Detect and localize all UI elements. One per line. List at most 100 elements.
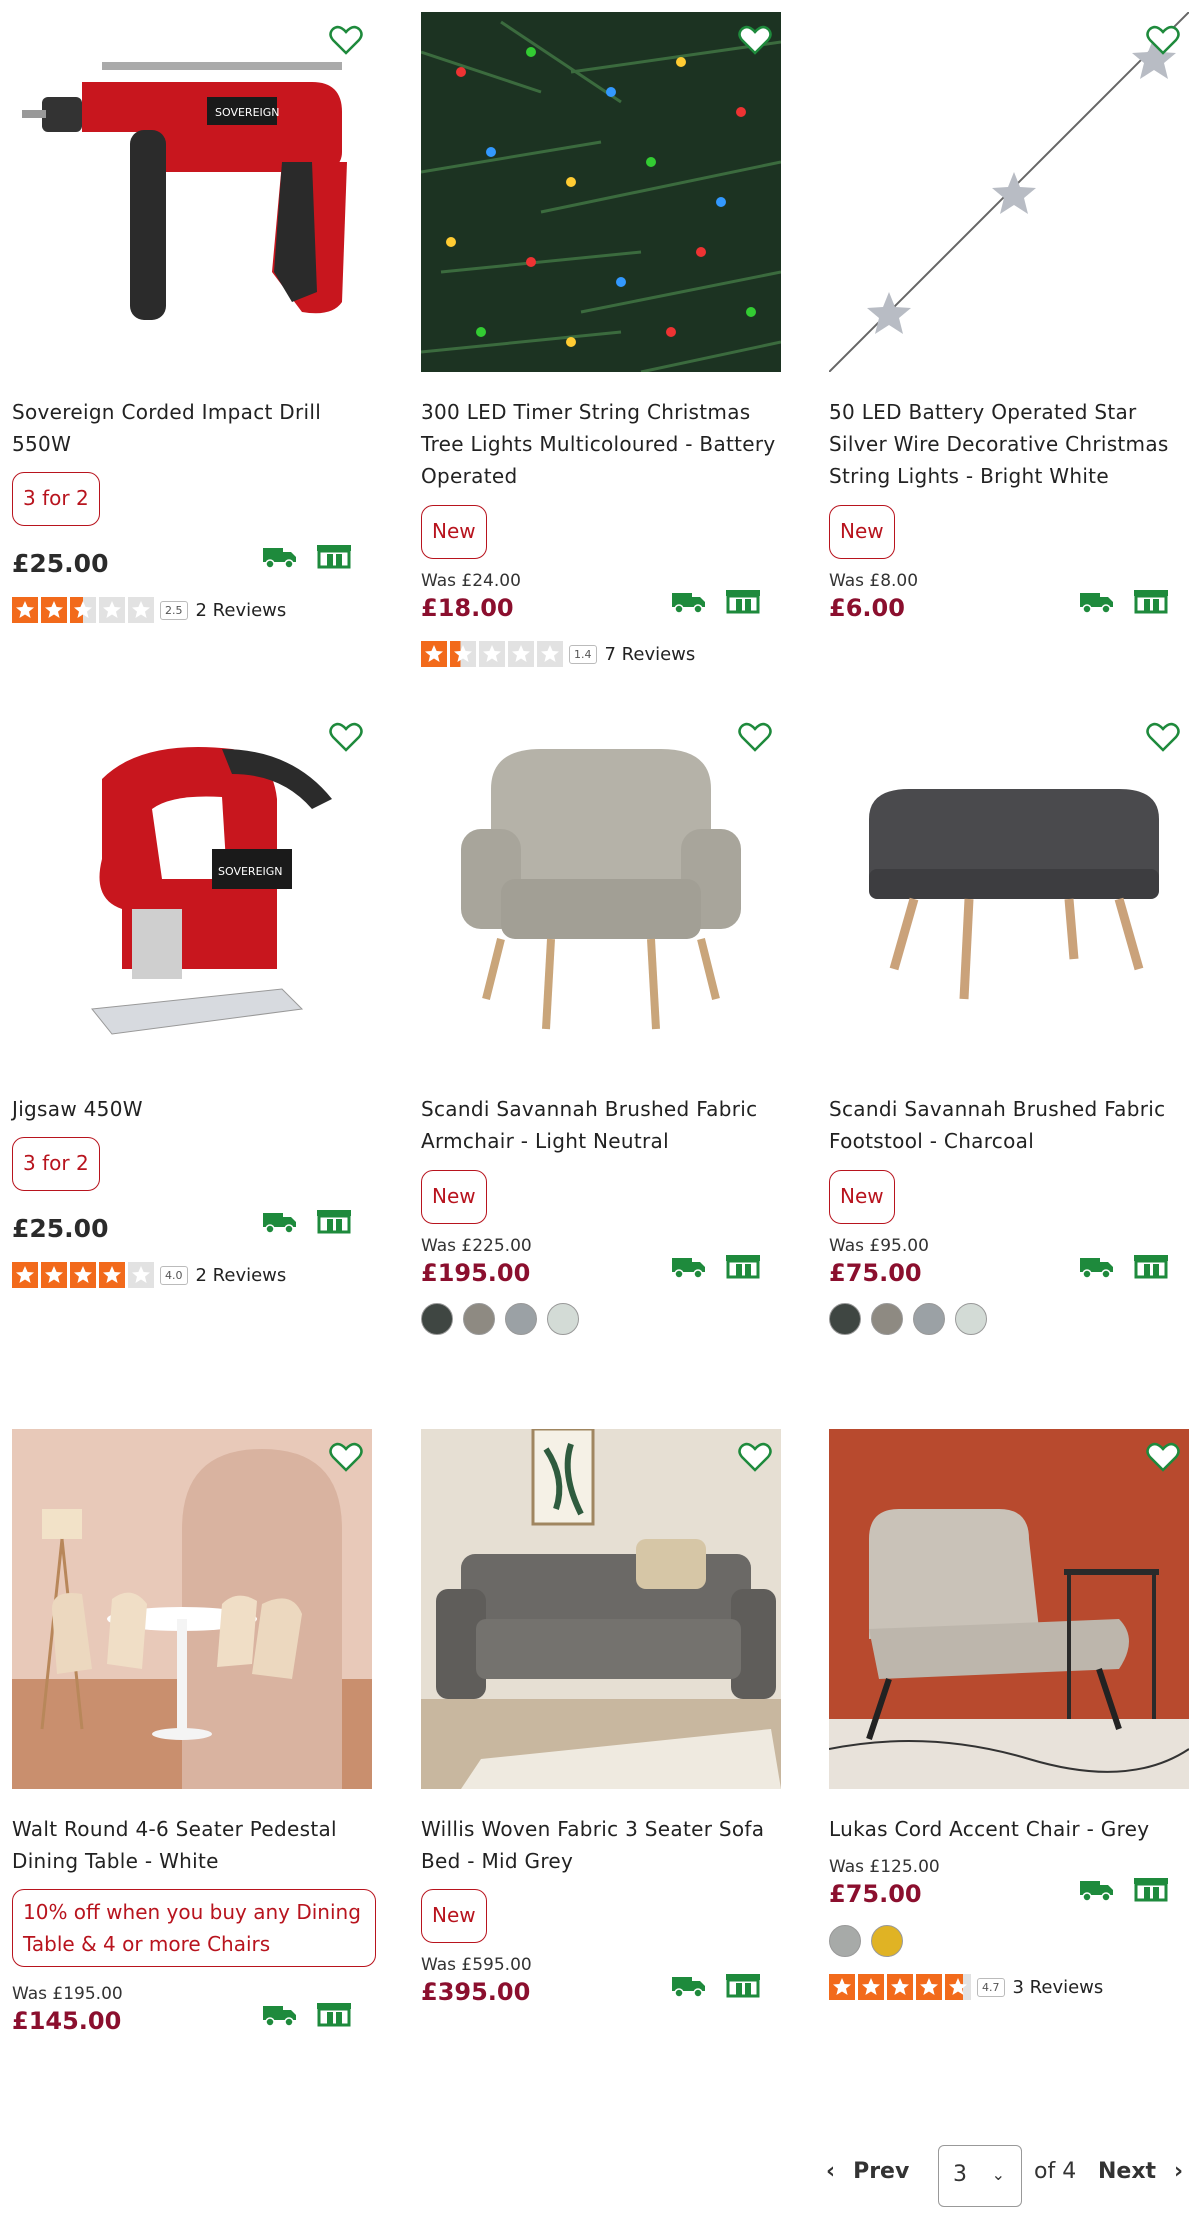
product-title[interactable]: Scandi Savannah Brushed Fabric Armchair … — [421, 1093, 781, 1157]
delivery-van-icon — [1080, 1881, 1113, 1902]
heart-icon[interactable] — [328, 1439, 364, 1475]
rating-stars[interactable]: 4.7 3 Reviews — [829, 1973, 1103, 2001]
product-card[interactable]: Scandi Savannah Brushed Fabric Footstool… — [817, 697, 1197, 1377]
rating-score: 2.5 — [160, 600, 188, 620]
promo-badge[interactable]: 10% off when you buy any Dining Table & … — [12, 1889, 376, 1967]
heart-icon[interactable] — [328, 22, 364, 58]
rating-stars[interactable]: 2.5 2 Reviews — [12, 596, 286, 624]
star-icon — [450, 641, 476, 667]
was-price: Was £24.00 — [421, 571, 521, 591]
was-price: Was £225.00 — [421, 1236, 532, 1256]
colour-swatch[interactable] — [421, 1303, 453, 1335]
prev-page-button[interactable]: ‹ Prev — [826, 2159, 909, 2184]
star-icon — [12, 597, 38, 623]
product-card[interactable]: SOVEREIGN Jigsaw 450W 3 for 2 £25.00 4.0… — [0, 697, 380, 1377]
product-image[interactable] — [829, 12, 1189, 372]
page-select[interactable]: 3 ⌄ — [938, 2145, 1022, 2207]
was-price: Was £125.00 — [829, 1857, 940, 1877]
product-price: £25.00 — [12, 549, 109, 578]
product-image[interactable] — [421, 1429, 781, 1789]
product-card[interactable]: SOVEREIGN Sovereign Corded Impact Drill … — [0, 0, 380, 680]
next-page-button[interactable]: Next › — [1098, 2159, 1183, 2184]
review-count[interactable]: 2 Reviews — [196, 600, 287, 621]
product-image[interactable] — [829, 709, 1189, 1069]
pagination: ‹ Prev 3 ⌄ of 4 Next › — [0, 2145, 1200, 2207]
product-card[interactable]: Lukas Cord Accent Chair - Grey Was £125.… — [817, 1417, 1197, 2097]
product-title[interactable]: 50 LED Battery Operated Star Silver Wire… — [829, 396, 1189, 492]
heart-icon[interactable] — [737, 22, 773, 58]
click-collect-icon — [1134, 1878, 1168, 1902]
colour-swatch[interactable] — [463, 1303, 495, 1335]
new-badge: New — [421, 1889, 487, 1943]
product-card[interactable]: Walt Round 4-6 Seater Pedestal Dining Ta… — [0, 1417, 380, 2097]
colour-swatch[interactable] — [871, 1925, 903, 1957]
colour-swatch[interactable] — [871, 1303, 903, 1335]
was-price: Was £95.00 — [829, 1236, 929, 1256]
product-image[interactable] — [421, 709, 781, 1069]
product-title[interactable]: Scandi Savannah Brushed Fabric Footstool… — [829, 1093, 1189, 1157]
colour-swatch[interactable] — [547, 1303, 579, 1335]
rating-score: 4.0 — [160, 1265, 188, 1285]
rating-stars[interactable]: 1.4 7 Reviews — [421, 640, 695, 668]
star-lights-image — [829, 12, 1189, 372]
next-label: Next — [1098, 2159, 1157, 2184]
product-card[interactable]: Scandi Savannah Brushed Fabric Armchair … — [409, 697, 789, 1377]
star-icon — [479, 641, 505, 667]
heart-icon[interactable] — [737, 1439, 773, 1475]
star-icon — [829, 1974, 855, 2000]
heart-icon[interactable] — [737, 719, 773, 755]
svg-text:SOVEREIGN: SOVEREIGN — [215, 106, 280, 119]
heart-icon[interactable] — [1145, 22, 1181, 58]
colour-swatch[interactable] — [913, 1303, 945, 1335]
rating-stars[interactable]: 4.0 2 Reviews — [12, 1261, 286, 1289]
colour-swatch[interactable] — [955, 1303, 987, 1335]
star-icon — [70, 597, 96, 623]
product-card[interactable]: Willis Woven Fabric 3 Seater Sofa Bed - … — [409, 1417, 789, 2097]
colour-swatch[interactable] — [829, 1925, 861, 1957]
click-collect-icon — [1134, 1255, 1168, 1279]
delivery-van-icon — [263, 548, 296, 569]
promo-badge[interactable]: 3 for 2 — [12, 472, 100, 526]
drill-image: SOVEREIGN — [12, 12, 372, 372]
colour-swatch[interactable] — [505, 1303, 537, 1335]
colour-swatches — [829, 1925, 913, 1957]
product-image[interactable] — [829, 1429, 1189, 1789]
product-title[interactable]: Sovereign Corded Impact Drill 550W — [12, 396, 372, 460]
delivery-van-icon — [263, 1213, 296, 1234]
colour-swatch[interactable] — [829, 1303, 861, 1335]
product-image[interactable] — [421, 12, 781, 372]
star-icon — [858, 1974, 884, 2000]
christmas-lights-image — [421, 12, 781, 372]
delivery-van-icon — [1080, 593, 1113, 614]
new-badge: New — [829, 1170, 895, 1224]
review-count[interactable]: 3 Reviews — [1013, 1977, 1104, 1998]
heart-icon[interactable] — [1145, 719, 1181, 755]
product-title[interactable]: Walt Round 4-6 Seater Pedestal Dining Ta… — [12, 1813, 372, 1877]
star-icon — [128, 597, 154, 623]
product-card[interactable]: 300 LED Timer String Christmas Tree Ligh… — [409, 0, 789, 680]
product-image[interactable]: SOVEREIGN — [12, 709, 372, 1069]
star-icon — [41, 597, 67, 623]
new-badge: New — [421, 505, 487, 559]
armchair-image — [421, 709, 781, 1069]
review-count[interactable]: 2 Reviews — [196, 1265, 287, 1286]
review-count[interactable]: 7 Reviews — [605, 644, 696, 665]
product-image[interactable]: SOVEREIGN — [12, 12, 372, 372]
star-icon — [12, 1262, 38, 1288]
product-card[interactable]: 50 LED Battery Operated Star Silver Wire… — [817, 0, 1197, 680]
product-title[interactable]: 300 LED Timer String Christmas Tree Ligh… — [421, 396, 781, 492]
product-title[interactable]: Lukas Cord Accent Chair - Grey — [829, 1813, 1189, 1845]
click-collect-icon — [317, 1210, 351, 1234]
product-price: £18.00 — [421, 594, 514, 622]
product-title[interactable]: Jigsaw 450W — [12, 1093, 372, 1125]
product-image[interactable] — [12, 1429, 372, 1789]
heart-icon[interactable] — [328, 719, 364, 755]
delivery-options — [262, 1207, 352, 1235]
heart-icon[interactable] — [1145, 1439, 1181, 1475]
dining-table-image — [12, 1429, 372, 1789]
product-price: £25.00 — [12, 1214, 109, 1243]
promo-badge[interactable]: 3 for 2 — [12, 1137, 100, 1191]
product-title[interactable]: Willis Woven Fabric 3 Seater Sofa Bed - … — [421, 1813, 781, 1877]
click-collect-icon — [726, 1255, 760, 1279]
current-page: 3 — [953, 2162, 967, 2187]
